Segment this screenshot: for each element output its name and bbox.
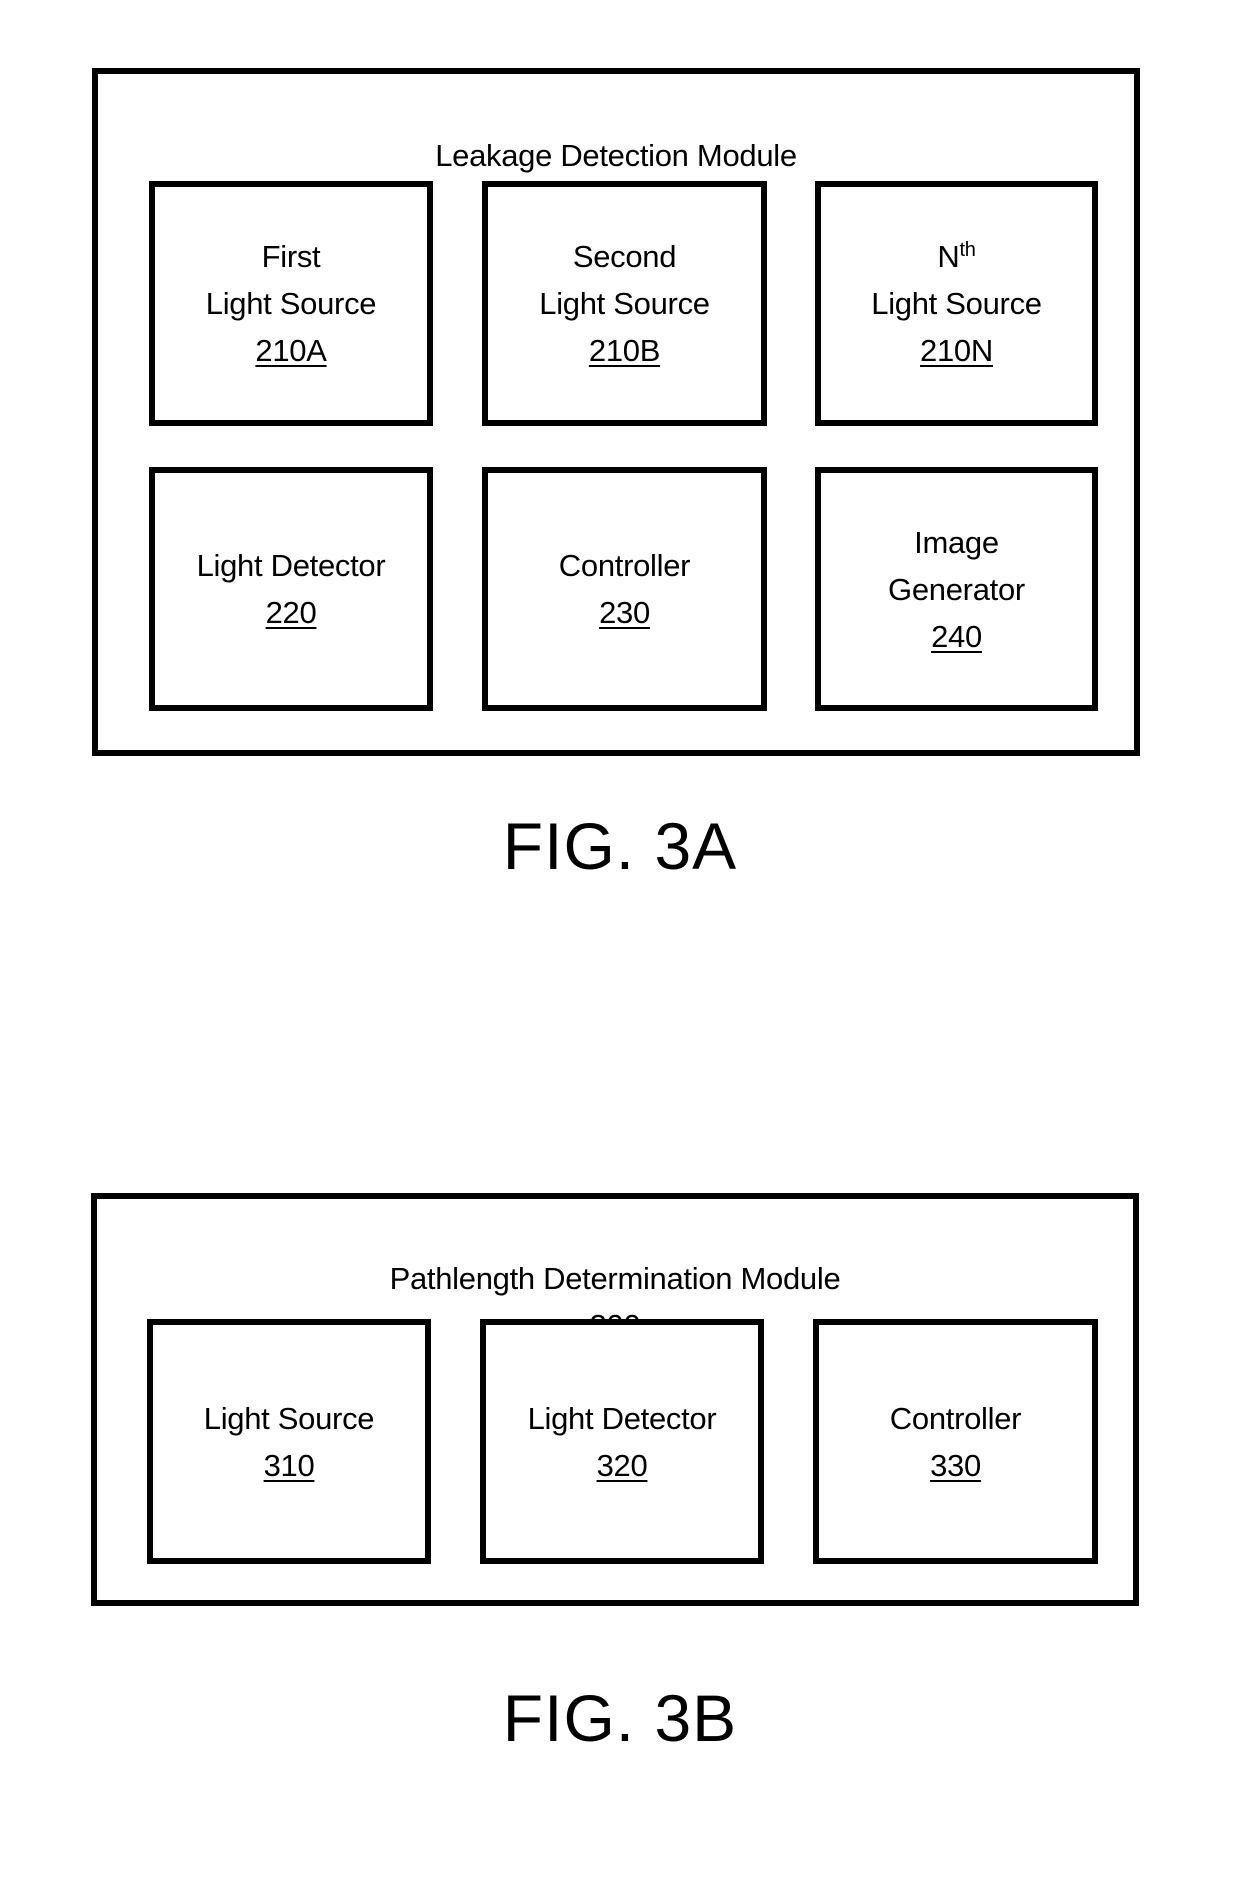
component-label: Generator <box>888 571 1025 607</box>
component-label: Nth <box>937 239 976 274</box>
figure-caption-3b: FIG. 3B <box>502 1681 738 1755</box>
module-title: Pathlength Determination Module <box>389 1261 841 1296</box>
component-label: Second <box>572 239 677 274</box>
superscript: th <box>959 239 976 261</box>
component-ref: 310 <box>263 1447 315 1483</box>
second-light-source-box: Second Light Source 210B <box>482 181 767 426</box>
component-ref: 230 <box>599 595 650 630</box>
component-ref: 320 <box>596 1447 648 1483</box>
component-ref: 210B <box>588 333 661 368</box>
component-label: Controller <box>889 1400 1022 1436</box>
component-label: Light Source <box>205 286 377 321</box>
component-label: Light Detector <box>527 1400 717 1436</box>
controller-box: Controller 230 <box>482 467 767 711</box>
component-label: Light Source <box>203 1400 375 1436</box>
image-generator-box: Image Generator 240 <box>815 467 1098 711</box>
component-ref: 220 <box>265 595 317 630</box>
light-detector-box: Light Detector 320 <box>480 1319 764 1564</box>
nth-light-source-box: Nth Light Source 210N <box>815 181 1098 426</box>
component-ref: 210A <box>255 333 327 368</box>
component-label: Light Source <box>539 286 710 321</box>
figure-caption-3a: FIG. 3A <box>502 809 738 883</box>
component-label: Controller <box>558 548 691 583</box>
module-title: Leakage Detection Module <box>435 138 797 173</box>
controller-box: Controller 330 <box>813 1319 1098 1564</box>
light-source-box: Light Source 310 <box>147 1319 431 1564</box>
component-ref: 240 <box>931 618 982 654</box>
component-label: First <box>261 239 321 274</box>
component-label: Light Source <box>871 286 1042 321</box>
light-detector-box: Light Detector 220 <box>149 467 433 711</box>
component-label: Image <box>914 524 999 560</box>
component-ref: 330 <box>930 1447 981 1483</box>
first-light-source-box: First Light Source 210A <box>149 181 433 426</box>
component-ref: 210N <box>920 333 993 368</box>
component-label: Light Detector <box>196 548 386 583</box>
